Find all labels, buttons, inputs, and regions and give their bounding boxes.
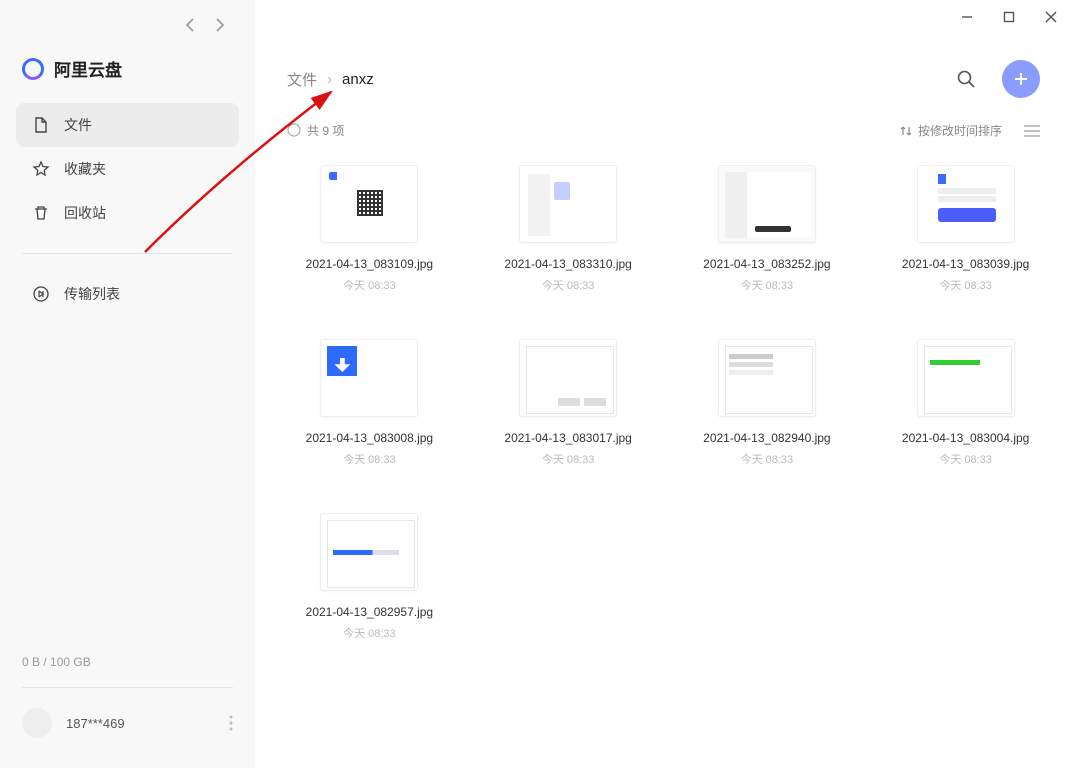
file-thumbnail: [718, 339, 816, 417]
file-thumbnail: [917, 339, 1015, 417]
file-name: 2021-04-13_083017.jpg: [504, 429, 631, 447]
sidebar-item-label: 回收站: [64, 203, 106, 223]
username: 187***469: [66, 716, 125, 731]
file-date: 今天 08:33: [741, 451, 794, 467]
divider: [22, 687, 233, 688]
file-name: 2021-04-13_083008.jpg: [306, 429, 433, 447]
file-name: 2021-04-13_083310.jpg: [504, 255, 631, 273]
file-item[interactable]: 2021-04-13_083310.jpg 今天 08:33: [474, 157, 663, 301]
file-icon: [32, 116, 50, 134]
file-thumbnail: [320, 513, 418, 591]
nav-back-button[interactable]: [185, 18, 197, 30]
app-name: 阿里云盘: [54, 56, 122, 81]
transfer-icon: [32, 285, 50, 303]
breadcrumb-current: anxz: [342, 71, 374, 88]
file-item[interactable]: 2021-04-13_083039.jpg 今天 08:33: [871, 157, 1060, 301]
sidebar-item-trash[interactable]: 回收站: [16, 191, 239, 235]
view-toggle-button[interactable]: [1024, 124, 1040, 138]
star-icon: [32, 160, 50, 178]
nav-forward-button[interactable]: [215, 18, 227, 30]
app-logo: 阿里云盘: [0, 48, 255, 103]
file-item[interactable]: 2021-04-13_083252.jpg 今天 08:33: [673, 157, 862, 301]
file-name: 2021-04-13_082957.jpg: [306, 603, 433, 621]
file-name: 2021-04-13_083039.jpg: [902, 255, 1029, 273]
file-thumbnail: [718, 165, 816, 243]
file-item[interactable]: 2021-04-13_083017.jpg 今天 08:33: [474, 331, 663, 475]
divider: [22, 253, 233, 254]
file-date: 今天 08:33: [939, 451, 992, 467]
sort-button[interactable]: 按修改时间排序: [900, 122, 1002, 139]
sidebar-item-label: 收藏夹: [64, 159, 106, 179]
file-thumbnail: [320, 339, 418, 417]
breadcrumb-root[interactable]: 文件: [287, 69, 317, 90]
window-minimize-button[interactable]: [960, 10, 974, 24]
file-date: 今天 08:33: [343, 277, 396, 293]
file-name: 2021-04-13_082940.jpg: [703, 429, 830, 447]
sidebar-item-label: 文件: [64, 115, 92, 135]
breadcrumb: 文件 › anxz: [287, 69, 374, 90]
sort-icon: [900, 125, 912, 137]
file-date: 今天 08:33: [542, 451, 595, 467]
file-name: 2021-04-13_083109.jpg: [306, 255, 433, 273]
file-item[interactable]: 2021-04-13_083008.jpg 今天 08:33: [275, 331, 464, 475]
file-date: 今天 08:33: [343, 625, 396, 641]
file-grid: 2021-04-13_083109.jpg今天 08:332021-04-13_…: [255, 149, 1080, 768]
user-row[interactable]: 187***469: [0, 708, 255, 756]
file-thumbnail: [320, 165, 418, 243]
file-item[interactable]: 2021-04-13_082957.jpg 今天 08:33: [275, 505, 464, 649]
file-name: 2021-04-13_083252.jpg: [703, 255, 830, 273]
window-close-button[interactable]: [1044, 10, 1058, 24]
trash-icon: [32, 204, 50, 222]
sidebar: 阿里云盘 文件 收藏夹 回收站: [0, 0, 255, 768]
item-count: 共 9 项: [287, 122, 344, 139]
sidebar-item-files[interactable]: 文件: [16, 103, 239, 147]
user-menu-icon[interactable]: [229, 715, 233, 731]
file-thumbnail: [519, 339, 617, 417]
file-date: 今天 08:33: [542, 277, 595, 293]
file-date: 今天 08:33: [741, 277, 794, 293]
main-area: 文件 › anxz 共 9 项 按修改时间排序: [255, 0, 1080, 768]
file-date: 今天 08:33: [343, 451, 396, 467]
sidebar-item-transfers[interactable]: 传输列表: [16, 272, 239, 316]
file-item[interactable]: 2021-04-13_083109.jpg 今天 08:33: [275, 157, 464, 301]
window-maximize-button[interactable]: [1002, 10, 1016, 24]
sidebar-item-favorites[interactable]: 收藏夹: [16, 147, 239, 191]
avatar: [22, 708, 52, 738]
file-item[interactable]: 2021-04-13_083004.jpg 今天 08:33: [871, 331, 1060, 475]
search-button[interactable]: [956, 69, 976, 89]
file-item[interactable]: 2021-04-13_082940.jpg 今天 08:33: [673, 331, 862, 475]
titlebar: [255, 0, 1080, 32]
file-thumbnail: [917, 165, 1015, 243]
sort-label: 按修改时间排序: [918, 122, 1002, 139]
sidebar-item-label: 传输列表: [64, 284, 120, 304]
storage-text: 0 B / 100 GB: [0, 655, 255, 687]
add-button[interactable]: [1002, 60, 1040, 98]
logo-icon: [22, 58, 44, 80]
chevron-right-icon: ›: [327, 71, 332, 88]
file-thumbnail: [519, 165, 617, 243]
file-name: 2021-04-13_083004.jpg: [902, 429, 1029, 447]
file-date: 今天 08:33: [939, 277, 992, 293]
